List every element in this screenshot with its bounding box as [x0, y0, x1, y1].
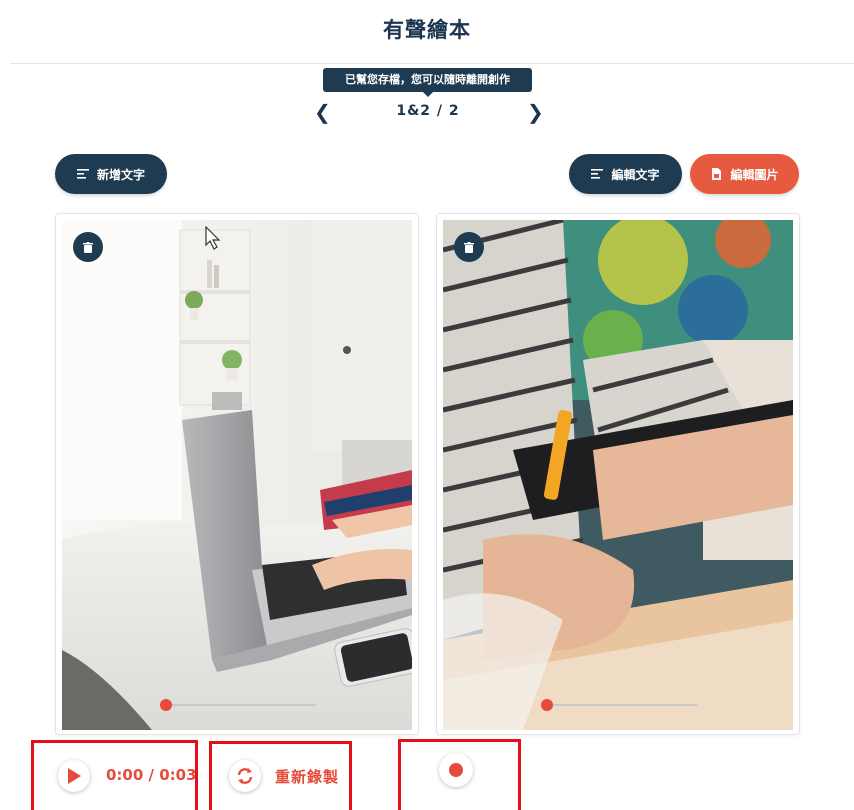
audio-progress-thumb[interactable] [541, 699, 553, 711]
laptop-on-table-photo [62, 220, 412, 730]
delete-page-button[interactable] [454, 232, 484, 262]
mouse-cursor-icon [205, 226, 221, 250]
edit-text-label: 編輯文字 [611, 167, 660, 182]
text-lines-icon [591, 169, 604, 179]
edit-image-label: 編輯圖片 [730, 167, 779, 182]
rerecord-label: 重新錄製 [275, 768, 340, 786]
storybook-editor: 有聲繪本 已幫您存檔，您可以隨時離開創作 ❮ 1&2 / 2 ❯ 新增文字 編輯… [0, 0, 854, 810]
add-text-label: 新增文字 [96, 167, 145, 182]
chevron-right-icon[interactable]: ❯ [527, 101, 544, 123]
record-icon [449, 763, 463, 777]
audio-progress-track[interactable] [547, 704, 697, 706]
delete-page-button[interactable] [73, 232, 103, 262]
page-title: 有聲繪本 [383, 18, 471, 42]
text-lines-icon [76, 169, 89, 179]
refresh-icon [237, 768, 253, 784]
trash-icon [83, 241, 93, 253]
audio-progress-thumb[interactable] [160, 699, 172, 711]
audio-time-display: 0:00 / 0:03 [106, 766, 197, 784]
image-file-icon [712, 168, 722, 180]
autosave-toast: 已幫您存檔，您可以隨時離開創作 [323, 68, 532, 97]
play-button[interactable] [58, 760, 90, 792]
trash-icon [464, 241, 474, 253]
chevron-left-icon[interactable]: ❮ [314, 101, 331, 123]
play-icon [68, 768, 81, 784]
rerecord-button[interactable] [229, 760, 261, 792]
edit-image-button[interactable]: 編輯圖片 [690, 154, 799, 194]
header-divider [10, 63, 854, 64]
page-card-right[interactable] [436, 213, 800, 735]
writing-with-pen-photo [443, 220, 793, 730]
add-text-button[interactable]: 新增文字 [55, 154, 167, 194]
page-indicator: 1&2 / 2 [396, 103, 460, 119]
record-button[interactable] [439, 753, 473, 787]
page-card-left[interactable] [55, 213, 419, 735]
edit-text-button[interactable]: 編輯文字 [569, 154, 682, 194]
audio-progress-track[interactable] [166, 704, 316, 706]
